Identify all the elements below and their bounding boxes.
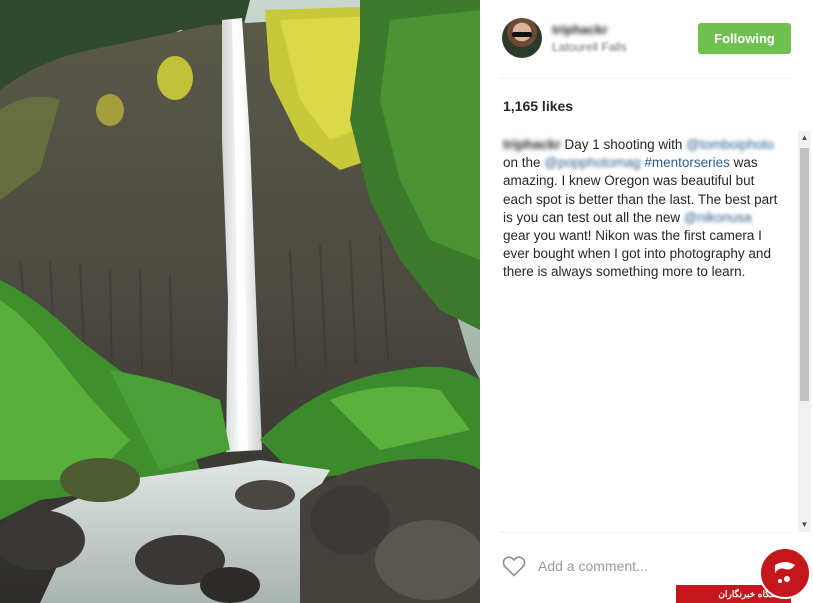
following-button[interactable]: Following [698, 23, 791, 54]
caption-text-part: Day 1 shooting with [560, 137, 687, 152]
caption-area: triphackr Day 1 shooting with @tomboipho… [480, 131, 813, 532]
post-details-panel: triphackr Latourell Falls Following 1,16… [480, 0, 813, 603]
scroll-down-icon[interactable]: ▼ [798, 518, 811, 532]
scroll-thumb[interactable] [800, 148, 809, 401]
mention-link[interactable]: @tomboiphoto [686, 137, 774, 152]
watermark-logo: باشگاه خبرنگاران [676, 545, 813, 603]
caption-text-part: on the [503, 155, 545, 171]
mention-link[interactable]: @nikonusa [684, 210, 752, 225]
post-photo[interactable] [0, 0, 480, 603]
caption-scrollbar[interactable]: ▲ ▼ [798, 131, 811, 532]
heart-outline-icon[interactable] [502, 555, 526, 577]
mention-link[interactable]: @popphotomag [544, 155, 640, 170]
divider [500, 78, 791, 79]
likes-count[interactable]: 1,165 likes [503, 98, 573, 114]
caption-text: triphackr Day 1 shooting with @tomboipho… [503, 136, 779, 282]
avatar[interactable] [502, 18, 542, 58]
location-link[interactable]: Latourell Falls [552, 40, 627, 54]
waterfall-image [0, 0, 480, 603]
caption-author-link[interactable]: triphackr [503, 137, 561, 152]
caption-text-part: gear you want! Nikon was the first camer… [503, 228, 771, 280]
yjc-logo-icon [759, 547, 811, 599]
hashtag-link[interactable]: #mentorseries [644, 155, 730, 170]
scroll-up-icon[interactable]: ▲ [798, 131, 811, 145]
post-header: triphackr Latourell Falls Following [480, 0, 813, 78]
username-link[interactable]: triphackr [552, 22, 608, 37]
divider [500, 532, 791, 533]
